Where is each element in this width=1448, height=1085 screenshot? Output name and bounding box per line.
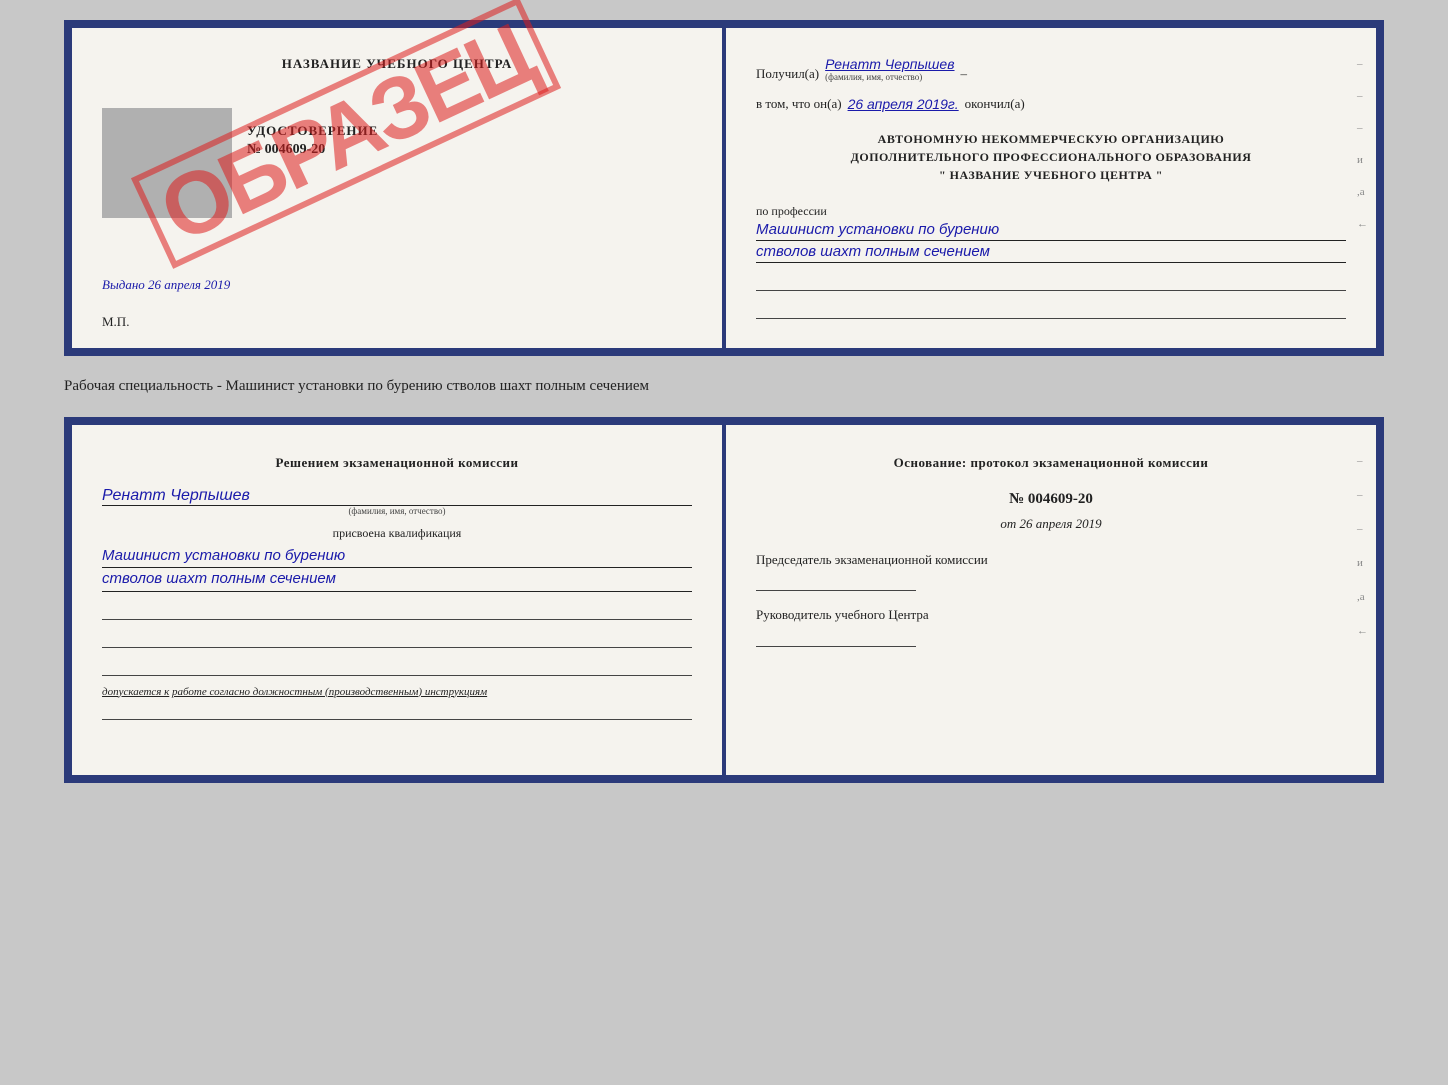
extra-line-2 [756, 305, 1346, 319]
edge-arrow: ← [1357, 218, 1368, 230]
received-row: Получил(а) Ренатт Черпышев (фамилия, имя… [756, 56, 1346, 82]
chairman-block: Председатель экзаменационной комиссии [756, 550, 1346, 592]
specialty-text: Рабочая специальность - Машинист установ… [64, 374, 1384, 399]
basis-label: Основание: протокол экзаменационной коми… [756, 453, 1346, 473]
bottom-edge-dash3: – [1357, 523, 1368, 535]
bottom-doc-right: Основание: протокол экзаменационной коми… [726, 425, 1376, 775]
date-row: в том, что он(а) 26 апреля 2019г. окончи… [756, 96, 1346, 112]
date-value: 26 апреля 2019 [1019, 516, 1101, 531]
rukovoditel-label: Руководитель учебного Центра [756, 605, 1346, 625]
dash1: – [961, 66, 968, 82]
date-prefix: от [1000, 516, 1016, 531]
org-block: АВТОНОМНУЮ НЕКОММЕРЧЕСКУЮ ОРГАНИЗАЦИЮ ДО… [756, 130, 1346, 184]
profession-line1: Машинист установки по бурению [756, 219, 1346, 241]
name-hint: (фамилия, имя, отчество) [825, 72, 922, 82]
bottom-edge-dash2: – [1357, 489, 1368, 501]
received-name: Ренатт Черпышев [825, 56, 954, 72]
top-left-title: НАЗВАНИЕ УЧЕБНОГО ЦЕНТРА [102, 56, 692, 72]
bottom-left-title: Решением экзаменационной комиссии [102, 453, 692, 473]
finished-suffix: окончил(а) [965, 96, 1025, 112]
top-doc-right: Получил(а) Ренатт Черпышев (фамилия, имя… [726, 28, 1376, 348]
sign-line-1 [102, 602, 692, 620]
cert-issued: Выдано 26 апреля 2019 [102, 277, 230, 293]
mp-label: М.П. [102, 314, 129, 330]
rukovoditel-sign-line [756, 629, 916, 647]
org-line3: " НАЗВАНИЕ УЧЕБНОГО ЦЕНТРА " [756, 166, 1346, 184]
bottom-doc-left: Решением экзаменационной комиссии Ренатт… [72, 425, 726, 775]
bottom-name-row: Ренатт Черпышев (фамилия, имя, отчество) [102, 487, 692, 516]
cert-doc-number: № 004609-20 [247, 142, 325, 158]
bottom-edge-letter-i: и [1357, 557, 1368, 569]
bottom-edge-arrow: ← [1357, 625, 1368, 637]
edge-marks: – – – и ,а ← [1357, 58, 1368, 230]
qualification-line2: стволов шахт полным сечением [102, 568, 692, 592]
extra-line-1 [756, 277, 1346, 291]
allowed-prefix: допускается к [102, 686, 169, 698]
bottom-edge-letter-ia: ,а [1357, 591, 1368, 603]
bottom-person-name: Ренатт Черпышев [102, 487, 692, 506]
bottom-sign-lines [102, 602, 692, 676]
protocol-number: № 004609-20 [756, 491, 1346, 508]
bottom-document: Решением экзаменационной комиссии Ренатт… [64, 417, 1384, 783]
allowed-text: работе согласно должностным (производств… [172, 686, 487, 698]
bottom-name-hint: (фамилия, имя, отчество) [102, 506, 692, 516]
допуск-text: допускается к работе согласно должностны… [102, 686, 692, 698]
chairman-sign-line [756, 573, 916, 591]
edge-dash2: – [1357, 90, 1368, 102]
edge-letter-ia: ,а [1357, 186, 1368, 198]
profession-line2: стволов шахт полным сечением [756, 241, 1346, 263]
chairman-label: Председатель экзаменационной комиссии [756, 550, 1346, 570]
org-line1: АВТОНОМНУЮ НЕКОММЕРЧЕСКУЮ ОРГАНИЗАЦИЮ [756, 130, 1346, 148]
qualification-prefix: присвоена квалификация [102, 526, 692, 541]
edge-letter-i: и [1357, 154, 1368, 166]
bottom-edge-dash1: – [1357, 455, 1368, 467]
top-doc-left: НАЗВАНИЕ УЧЕБНОГО ЦЕНТРА ОБРАЗЕЦ УДОСТОВ… [72, 28, 726, 348]
rukovoditel-block: Руководитель учебного Центра [756, 605, 1346, 647]
cert-doc-label: УДОСТОВЕРЕНИЕ [247, 123, 378, 139]
photo-placeholder [102, 108, 232, 218]
issued-date: 26 апреля 2019 [148, 277, 230, 292]
issued-prefix: Выдано [102, 277, 145, 292]
edge-dash1: – [1357, 58, 1368, 70]
sign-line-2 [102, 630, 692, 648]
top-right-content: Получил(а) Ренатт Черпышев (фамилия, имя… [756, 56, 1346, 319]
bottom-edge-marks: – – – и ,а ← [1357, 455, 1368, 637]
name-block: Ренатт Черпышев (фамилия, имя, отчество) [825, 56, 954, 82]
sign-line-3 [102, 658, 692, 676]
received-prefix: Получил(а) [756, 66, 819, 82]
org-line2: ДОПОЛНИТЕЛЬНОГО ПРОФЕССИОНАЛЬНОГО ОБРАЗО… [756, 148, 1346, 166]
bottom-final-line [102, 704, 692, 720]
in-that-prefix: в том, что он(а) [756, 96, 842, 112]
protocol-date: от 26 апреля 2019 [756, 516, 1346, 532]
top-document: НАЗВАНИЕ УЧЕБНОГО ЦЕНТРА ОБРАЗЕЦ УДОСТОВ… [64, 20, 1384, 356]
profession-block: по профессии Машинист установки по бурен… [756, 204, 1346, 263]
qualification-line1: Машинист установки по бурению [102, 545, 692, 569]
profession-label: по профессии [756, 204, 1346, 219]
edge-dash3: – [1357, 122, 1368, 134]
date-value: 26 апреля 2019г. [848, 96, 959, 112]
